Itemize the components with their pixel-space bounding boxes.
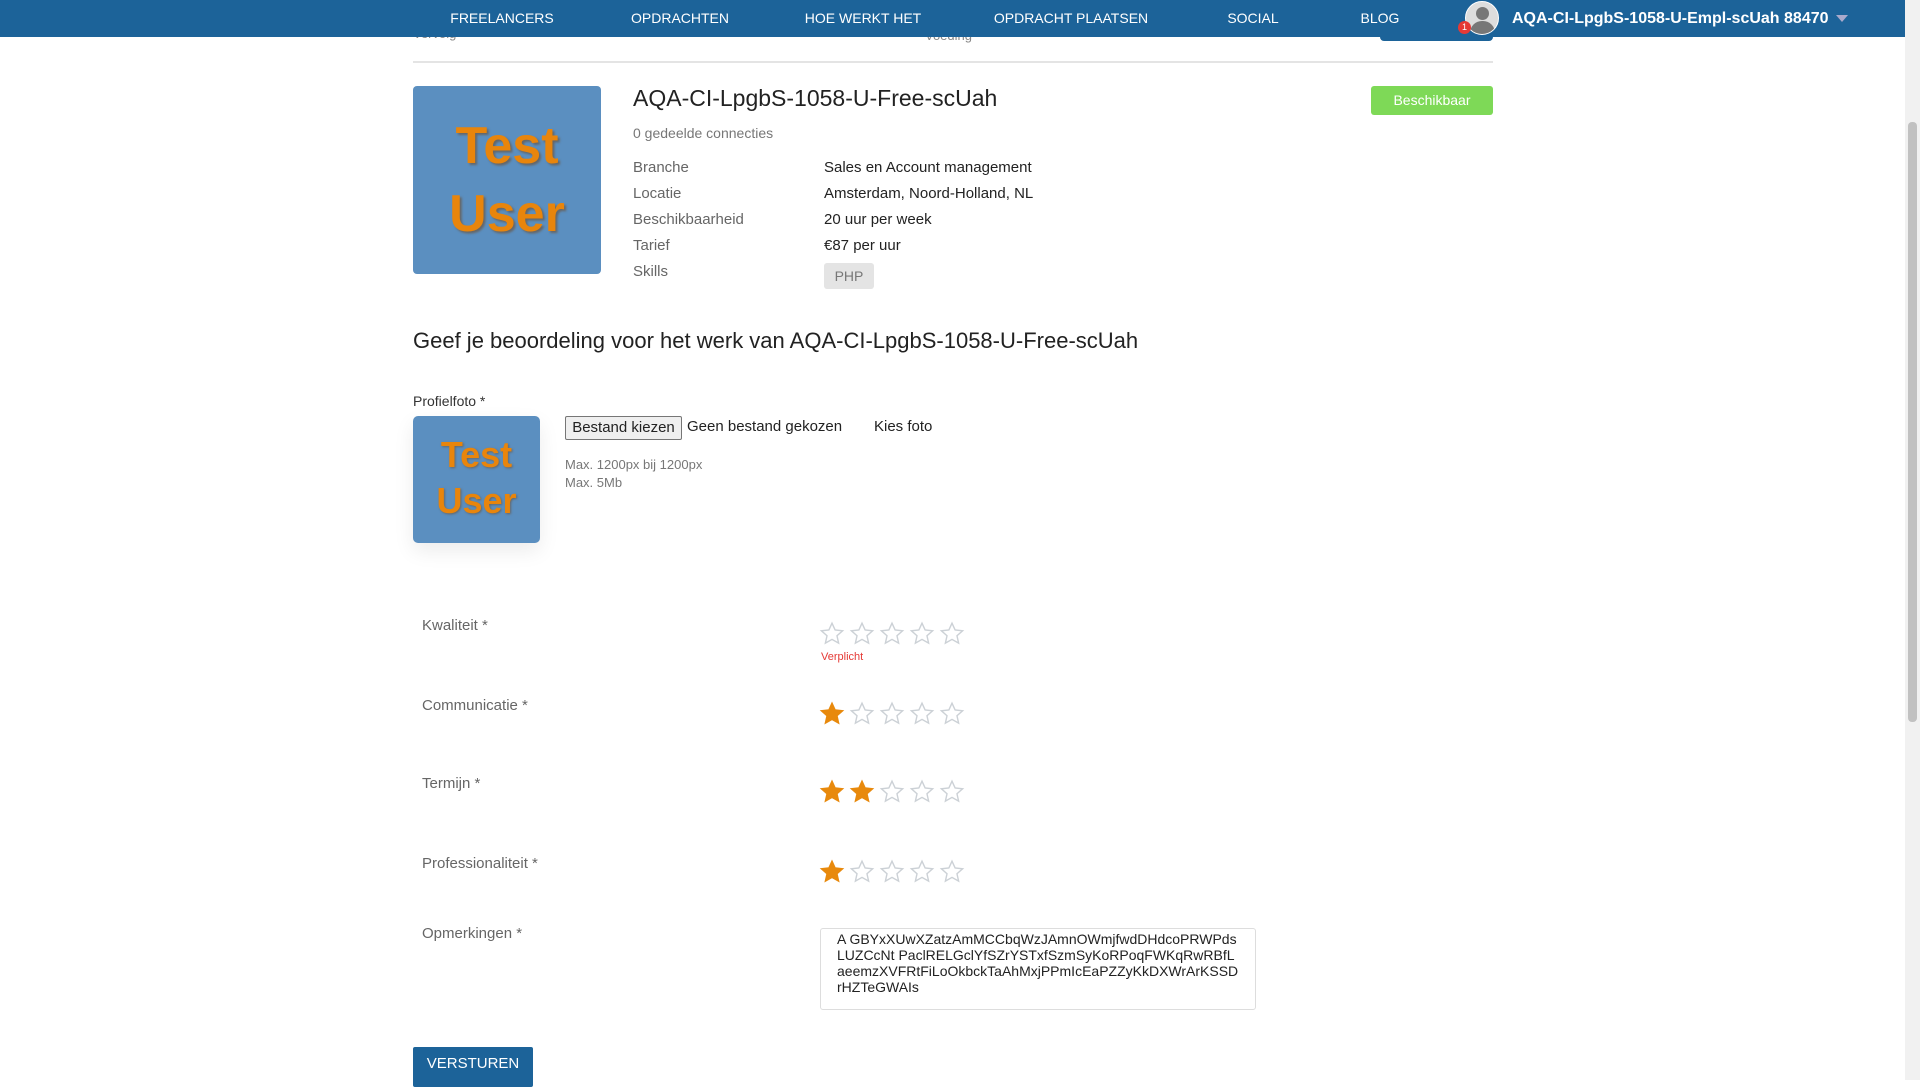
file-status: Geen bestand gekozen xyxy=(687,418,843,435)
star-filled-icon[interactable] xyxy=(849,779,875,805)
review-photo-preview: Test User xyxy=(413,416,540,543)
hint-filesize: Max. 5Mb xyxy=(565,475,623,490)
submit-button[interactable]: VERSTUREN xyxy=(413,1047,533,1087)
beschikbaarheid-label: Beschikbaarheid xyxy=(633,211,744,228)
star-empty-icon[interactable] xyxy=(909,621,935,647)
rating-label: Termijn * xyxy=(422,775,481,792)
skills-label: Skills xyxy=(633,263,669,280)
chevron-down-icon[interactable] xyxy=(1836,15,1848,22)
nav-opdracht-plaatsen[interactable]: OPDRACHT PLAATSEN xyxy=(994,0,1148,37)
star-empty-icon[interactable] xyxy=(849,701,875,727)
hint-size: Max. 1200px bij 1200px xyxy=(565,457,703,472)
star-empty-icon[interactable] xyxy=(909,859,935,885)
divider xyxy=(413,61,1493,63)
star-filled-icon[interactable] xyxy=(819,859,845,885)
nav-blog[interactable]: BLOG xyxy=(1361,0,1400,37)
locatie-label: Locatie xyxy=(633,185,682,202)
star-empty-icon[interactable] xyxy=(849,859,875,885)
star-empty-icon[interactable] xyxy=(819,621,845,647)
rating-label: Communicatie * xyxy=(422,697,528,714)
remarks-textarea[interactable]: A GBYxXUwXZatzAmMCCbqWzJAmnOWmjfwdDHdcoP… xyxy=(820,928,1256,1010)
nav-social[interactable]: SOCIAL xyxy=(1227,0,1278,37)
star-empty-icon[interactable] xyxy=(879,701,905,727)
star-empty-icon[interactable] xyxy=(879,779,905,805)
rating-error: Verplicht xyxy=(821,651,864,663)
star-empty-icon[interactable] xyxy=(909,701,935,727)
username[interactable]: AQA-CI-LpgbS-1058-U-Empl-scUah 88470 xyxy=(1512,0,1829,37)
skill-tag: PHP xyxy=(824,263,874,289)
star-empty-icon[interactable] xyxy=(939,621,965,647)
star-empty-icon[interactable] xyxy=(849,621,875,647)
rating-label: Kwaliteit * xyxy=(422,617,488,634)
star-empty-icon[interactable] xyxy=(879,621,905,647)
shared-connections[interactable]: 0 gedeelde connecties xyxy=(633,125,773,141)
status-badge: Beschikbaar xyxy=(1371,86,1493,115)
star-filled-icon[interactable] xyxy=(819,701,845,727)
top-navigation: FREELANCERS OPDRACHTEN HOE WERKT HET OPD… xyxy=(0,0,1905,37)
star-empty-icon[interactable] xyxy=(879,859,905,885)
nav-opdrachten[interactable]: OPDRACHTEN xyxy=(631,0,729,37)
remarks-label: Opmerkingen * xyxy=(422,925,523,942)
profile-name: AQA-CI-LpgbS-1058-U-Free-scUah xyxy=(633,85,998,111)
star-empty-icon[interactable] xyxy=(939,701,965,727)
review-heading: Geef je beoordeling voor het werk van AQ… xyxy=(413,328,1139,353)
branche-label: Branche xyxy=(633,159,689,176)
locatie-value: Amsterdam, Noord-Holland, NL xyxy=(824,185,1034,202)
notification-badge: 1 xyxy=(1458,21,1471,34)
choose-photo-link[interactable]: Kies foto xyxy=(874,418,932,435)
nav-hoe-werkt-het[interactable]: HOE WERKT HET xyxy=(805,0,921,37)
tarief-value: €87 per uur xyxy=(824,237,901,254)
tarief-label: Tarief xyxy=(633,237,670,254)
branche-value: Sales en Account management xyxy=(824,159,1032,176)
scrollbar-thumb[interactable] xyxy=(1908,122,1917,722)
star-empty-icon[interactable] xyxy=(909,779,935,805)
profile-image: Test User xyxy=(413,86,601,274)
rating-label: Professionaliteit * xyxy=(422,855,538,872)
file-choose-button[interactable]: Bestand kiezen xyxy=(565,416,682,440)
star-filled-icon[interactable] xyxy=(819,779,845,805)
beschikbaarheid-value: 20 uur per week xyxy=(824,211,932,228)
star-empty-icon[interactable] xyxy=(939,859,965,885)
star-empty-icon[interactable] xyxy=(939,779,965,805)
photo-label: Profielfoto * xyxy=(413,393,486,409)
nav-freelancers[interactable]: FREELANCERS xyxy=(450,0,553,37)
scrollbar[interactable] xyxy=(1905,0,1920,1080)
